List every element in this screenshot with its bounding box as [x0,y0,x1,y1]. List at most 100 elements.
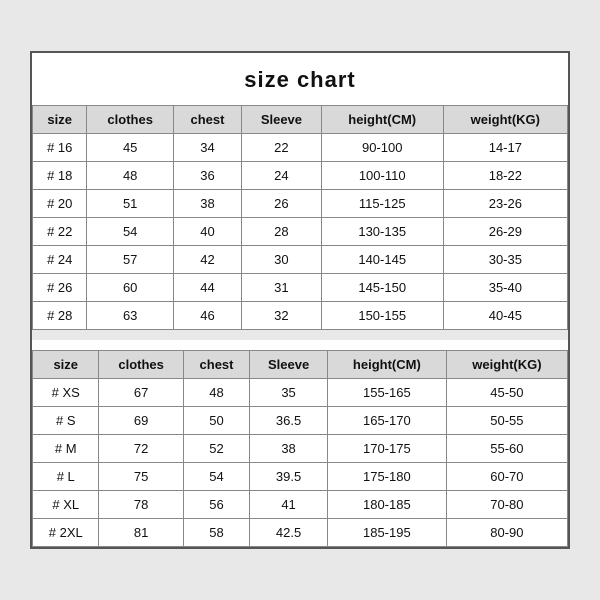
table-cell: 36 [173,162,241,190]
table-row: # 26604431145-15035-40 [33,274,568,302]
table-cell: # L [33,463,99,491]
table-row: # M725238170-17555-60 [33,435,568,463]
table-cell: # XS [33,379,99,407]
table-cell: 52 [183,435,249,463]
table-cell: # 26 [33,274,87,302]
table-cell: 130-135 [321,218,443,246]
table-cell: 58 [183,519,249,547]
table-cell: 165-170 [327,407,446,435]
table-cell: 24 [242,162,322,190]
table-cell: 35-40 [443,274,567,302]
table-cell: 38 [250,435,328,463]
table2-header-cell: clothes [99,351,183,379]
table-cell: 30-35 [443,246,567,274]
size-table-1: sizeclotheschestSleeveheight(CM)weight(K… [32,105,568,330]
table2-header-cell: size [33,351,99,379]
table2-header-cell: weight(KG) [446,351,567,379]
table-cell: 90-100 [321,134,443,162]
table-cell: 28 [242,218,322,246]
table1-header-cell: size [33,106,87,134]
table1-header-cell: height(CM) [321,106,443,134]
table1-body: # 1645342290-10014-17# 18483624100-11018… [33,134,568,330]
table-cell: 41 [250,491,328,519]
table-cell: 81 [99,519,183,547]
table-cell: 40 [173,218,241,246]
table-cell: 67 [99,379,183,407]
table-row: # XS674835155-16545-50 [33,379,568,407]
table1-header: sizeclotheschestSleeveheight(CM)weight(K… [33,106,568,134]
table-cell: 42.5 [250,519,328,547]
table-cell: # XL [33,491,99,519]
table-cell: # 16 [33,134,87,162]
table-cell: 170-175 [327,435,446,463]
table-cell: # M [33,435,99,463]
table-cell: 45 [87,134,173,162]
chart-title: size chart [32,53,568,105]
table-cell: 30 [242,246,322,274]
table-cell: 14-17 [443,134,567,162]
table-cell: # 20 [33,190,87,218]
table-cell: 48 [183,379,249,407]
table-row: # 2XL815842.5185-19580-90 [33,519,568,547]
table-cell: 100-110 [321,162,443,190]
table-cell: 80-90 [446,519,567,547]
table1-header-cell: weight(KG) [443,106,567,134]
table-row: # XL785641180-18570-80 [33,491,568,519]
table-cell: 150-155 [321,302,443,330]
table-cell: 55-60 [446,435,567,463]
table-cell: 75 [99,463,183,491]
table-cell: 22 [242,134,322,162]
table-cell: 46 [173,302,241,330]
table-cell: 175-180 [327,463,446,491]
table-cell: 42 [173,246,241,274]
table-cell: 57 [87,246,173,274]
table2-body: # XS674835155-16545-50# S695036.5165-170… [33,379,568,547]
table-row: # S695036.5165-17050-55 [33,407,568,435]
table-cell: 155-165 [327,379,446,407]
table-cell: 145-150 [321,274,443,302]
table1-header-row: sizeclotheschestSleeveheight(CM)weight(K… [33,106,568,134]
table-cell: 45-50 [446,379,567,407]
table-cell: 54 [87,218,173,246]
table-cell: 32 [242,302,322,330]
table-cell: 23-26 [443,190,567,218]
table1-header-cell: Sleeve [242,106,322,134]
table-cell: # 2XL [33,519,99,547]
table-cell: 34 [173,134,241,162]
table-cell: 50-55 [446,407,567,435]
table-row: # 20513826115-12523-26 [33,190,568,218]
table-cell: 60 [87,274,173,302]
table-cell: 72 [99,435,183,463]
table-cell: 54 [183,463,249,491]
table-cell: 140-145 [321,246,443,274]
table-cell: 18-22 [443,162,567,190]
table-cell: 185-195 [327,519,446,547]
table-cell: 35 [250,379,328,407]
table-row: # L755439.5175-18060-70 [33,463,568,491]
table-cell: 39.5 [250,463,328,491]
table-cell: 60-70 [446,463,567,491]
table-row: # 28634632150-15540-45 [33,302,568,330]
table2-header-cell: height(CM) [327,351,446,379]
size-table-2: sizeclotheschestSleeveheight(CM)weight(K… [32,350,568,547]
table-row: # 18483624100-11018-22 [33,162,568,190]
table-cell: # 18 [33,162,87,190]
table-cell: 50 [183,407,249,435]
table-cell: 56 [183,491,249,519]
table-cell: 48 [87,162,173,190]
table-cell: 31 [242,274,322,302]
table2-header: sizeclotheschestSleeveheight(CM)weight(K… [33,351,568,379]
section-divider [32,330,568,340]
table-cell: 51 [87,190,173,218]
table-cell: 78 [99,491,183,519]
table-cell: 63 [87,302,173,330]
table-cell: 26 [242,190,322,218]
table-cell: # S [33,407,99,435]
table-cell: # 22 [33,218,87,246]
table-cell: 40-45 [443,302,567,330]
table-cell: # 24 [33,246,87,274]
table1-header-cell: clothes [87,106,173,134]
table2-header-cell: chest [183,351,249,379]
table-cell: 70-80 [446,491,567,519]
table-cell: 26-29 [443,218,567,246]
